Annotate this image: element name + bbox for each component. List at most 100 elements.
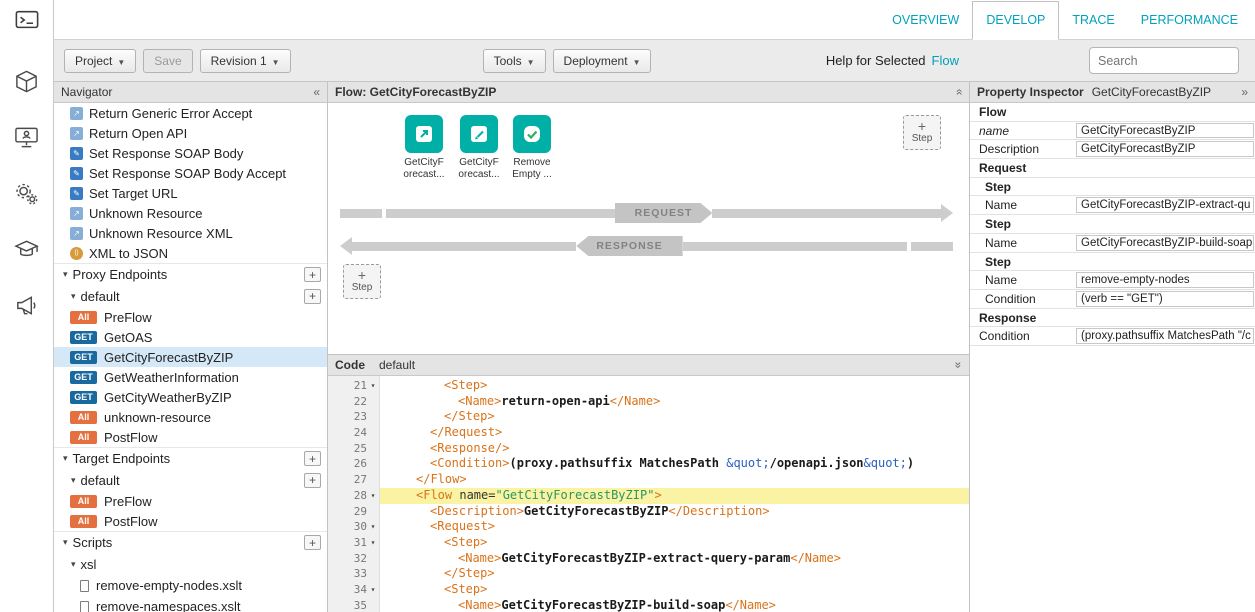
tools-menu-button[interactable]: Tools▼ (483, 49, 546, 73)
fold-spacer (367, 472, 379, 488)
collapse-right-icon[interactable]: » (1241, 85, 1248, 99)
code-line[interactable]: </Request> (380, 425, 969, 441)
code-line[interactable]: <Condition>(proxy.pathsuffix MatchesPath… (380, 456, 969, 472)
code-panel-subtitle[interactable]: default (379, 358, 415, 372)
revision-menu-button[interactable]: Revision 1▼ (200, 49, 291, 73)
method-badge: GET (70, 351, 97, 364)
toolbar: Project▼ Save Revision 1▼ Tools▼ Deploym… (54, 40, 1255, 82)
flow-item[interactable]: GETGetOAS (54, 327, 327, 347)
inspector-row-value[interactable]: GetCityForecastByZIP (1076, 123, 1254, 139)
services-gears-icon[interactable] (14, 181, 39, 209)
inspector-row-value[interactable]: remove-empty-nodes (1076, 272, 1254, 288)
flow-item[interactable]: GETGetCityForecastByZIP (54, 347, 327, 367)
help-flow-link[interactable]: Flow (932, 53, 959, 68)
collapse-left-icon[interactable]: « (313, 85, 320, 99)
chevron-down-icon[interactable]: ▾ (71, 291, 76, 302)
flow-item[interactable]: GETGetWeatherInformation (54, 367, 327, 387)
code-line[interactable]: <Step> (380, 378, 969, 394)
fold-icon[interactable]: ▾ (367, 519, 379, 535)
chevron-down-icon[interactable]: ▾ (71, 559, 76, 570)
add-target-endpoint-button[interactable]: + (304, 451, 321, 466)
add-step-button-top[interactable]: + Step (903, 115, 941, 150)
script-file-item[interactable]: remove-namespaces.xslt (54, 596, 327, 612)
policy-item[interactable]: ↗Unknown Resource (54, 203, 327, 223)
fold-spacer (367, 566, 379, 582)
policy-item[interactable]: ↗Return Generic Error Accept (54, 103, 327, 123)
add-flow-button[interactable]: + (304, 289, 321, 304)
inspector-row-value[interactable]: (proxy.pathsuffix MatchesPath "/c (1076, 328, 1254, 344)
tab-trace[interactable]: TRACE (1059, 2, 1127, 39)
gutter-line: 28▾ (328, 488, 379, 504)
fold-icon[interactable]: ▾ (367, 535, 379, 551)
code-line[interactable]: <Name>GetCityForecastByZIP-extract-query… (380, 551, 969, 567)
policy-item[interactable]: ✎Set Response SOAP Body (54, 143, 327, 163)
collapse-down-icon[interactable]: » (952, 362, 966, 369)
code-lines[interactable]: <Step><Name>return-open-api</Name></Step… (380, 376, 969, 612)
code-line[interactable]: <Description>GetCityForecastByZIP</Descr… (380, 504, 969, 520)
policy-item[interactable]: ✎Set Target URL (54, 183, 327, 203)
line-number: 31 (354, 535, 367, 551)
response-lane-segment (911, 242, 953, 251)
target-endpoint-section-header: ▾Target Endpoints+ (54, 447, 327, 469)
inspector-row-value[interactable]: (verb == "GET") (1076, 291, 1254, 307)
add-flow-button[interactable]: + (304, 473, 321, 488)
learning-graduation-icon[interactable] (14, 237, 39, 265)
code-line[interactable]: <Name>return-open-api</Name> (380, 394, 969, 410)
chevron-down-icon[interactable]: ▾ (63, 537, 68, 548)
code-line[interactable]: <Request> (380, 519, 969, 535)
project-menu-button[interactable]: Project▼ (64, 49, 136, 73)
chevron-down-icon[interactable]: ▾ (71, 475, 76, 486)
inspector-row-value[interactable]: GetCityForecastByZIP (1076, 141, 1254, 157)
flow-step[interactable]: RemoveEmpty ... (506, 115, 558, 181)
code-line[interactable]: <Name>GetCityForecastByZIP-build-soap</N… (380, 598, 969, 612)
code-line[interactable]: <Step> (380, 582, 969, 598)
policy-item[interactable]: ↗Unknown Resource XML (54, 223, 327, 243)
add-proxy-endpoint-button[interactable]: + (304, 267, 321, 282)
flow-item[interactable]: GETGetCityWeatherByZIP (54, 387, 327, 407)
flow-item[interactable]: AllPostFlow (54, 427, 327, 447)
tab-overview[interactable]: OVERVIEW (879, 2, 972, 39)
method-badge: All (70, 311, 97, 324)
inspector-row: DescriptionGetCityForecastByZIP (970, 140, 1255, 159)
chevron-down-icon[interactable]: ▾ (63, 269, 68, 280)
flow-item[interactable]: AllPreFlow (54, 491, 327, 511)
training-icon[interactable] (14, 125, 39, 153)
code-line[interactable]: <Step> (380, 535, 969, 551)
flow-step[interactable]: GetCityForecast... (398, 115, 450, 181)
deployment-menu-button[interactable]: Deployment▼ (553, 49, 652, 73)
flow-item[interactable]: AllPostFlow (54, 511, 327, 531)
policy-item[interactable]: ✎Set Response SOAP Body Accept (54, 163, 327, 183)
announcement-megaphone-icon[interactable] (14, 293, 39, 321)
tab-develop[interactable]: DEVELOP (972, 1, 1059, 40)
package-icon[interactable] (14, 69, 39, 97)
request-lane-segment (386, 209, 615, 218)
fold-icon[interactable]: ▾ (367, 488, 379, 504)
flow-item[interactable]: Allunknown-resource (54, 407, 327, 427)
flow-step[interactable]: GetCityForecast... (453, 115, 505, 181)
code-editor[interactable]: 21▾22232425262728▾2930▾31▾323334▾35 <Ste… (328, 376, 969, 612)
add-step-button-bottom[interactable]: + Step (343, 264, 381, 299)
policy-item[interactable]: ↗Return Open API (54, 123, 327, 143)
terminal-icon[interactable] (15, 8, 39, 35)
inspector-row-label: name (970, 122, 1076, 140)
fold-spacer (367, 394, 379, 410)
code-line[interactable]: </Step> (380, 566, 969, 582)
script-file-item[interactable]: remove-empty-nodes.xslt (54, 575, 327, 596)
save-button[interactable]: Save (143, 49, 192, 73)
code-line[interactable]: </Flow> (380, 472, 969, 488)
flow-panel: Flow: GetCityForecastByZIP » + Step REQU… (328, 82, 969, 355)
inspector-row-value[interactable]: GetCityForecastByZIP-extract-qu (1076, 197, 1254, 213)
flow-item[interactable]: AllPreFlow (54, 307, 327, 327)
inspector-row-value[interactable]: GetCityForecastByZIP-build-soap (1076, 235, 1254, 251)
collapse-up-icon[interactable]: » (952, 89, 966, 96)
code-line[interactable]: <Response/> (380, 441, 969, 457)
tab-performance[interactable]: PERFORMANCE (1128, 2, 1251, 39)
chevron-down-icon[interactable]: ▾ (63, 453, 68, 464)
policy-item[interactable]: {}XML to JSON (54, 243, 327, 263)
code-line[interactable]: </Step> (380, 409, 969, 425)
code-line[interactable]: <Flow name="GetCityForecastByZIP"> (380, 488, 969, 504)
fold-icon[interactable]: ▾ (367, 378, 379, 394)
fold-icon[interactable]: ▾ (367, 582, 379, 598)
add-script-button[interactable]: + (304, 535, 321, 550)
search-input[interactable] (1089, 47, 1239, 74)
